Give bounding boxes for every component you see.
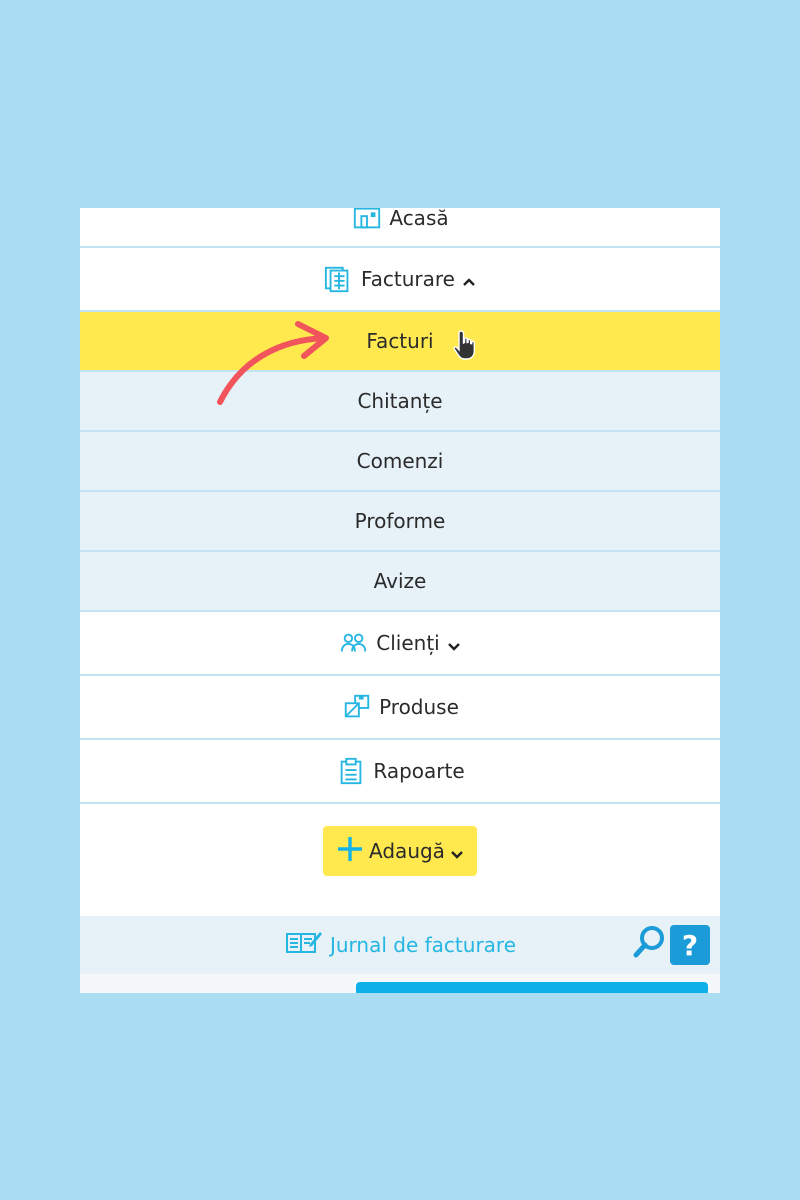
add-button-container: Adaugă <box>80 804 720 916</box>
search-icon[interactable] <box>632 924 668 960</box>
submenu-item-label: Chitanțe <box>357 389 443 413</box>
nav-item-reports-label: Rapoarte <box>373 759 465 783</box>
nav-item-home-label: Acasă <box>389 208 449 230</box>
journal-bar: Jurnal de facturare ? <box>80 916 720 974</box>
book-icon <box>284 928 324 963</box>
sidebar-menu: Acasă Facturare Facturi Chitanțe Comenzi… <box>80 208 720 993</box>
submenu-item-proformas[interactable]: Proforme <box>80 492 720 552</box>
nav-item-clients[interactable]: Clienți <box>80 612 720 676</box>
nav-item-products[interactable]: Produse <box>80 676 720 740</box>
submenu-item-orders[interactable]: Comenzi <box>80 432 720 492</box>
submenu-item-invoices[interactable]: Facturi <box>80 312 720 372</box>
journal-title[interactable]: Jurnal de facturare <box>330 933 516 957</box>
nav-item-home[interactable]: Acasă <box>80 208 720 248</box>
content-area-top <box>80 974 720 993</box>
plus-icon <box>335 834 365 869</box>
help-button[interactable]: ? <box>670 925 710 965</box>
nav-item-reports[interactable]: Rapoarte <box>80 740 720 804</box>
boxes-icon <box>341 691 373 723</box>
clipboard-icon <box>335 755 367 787</box>
add-button[interactable]: Adaugă <box>323 826 477 876</box>
chevron-down-icon <box>446 635 462 651</box>
house-icon <box>351 208 383 234</box>
people-icon <box>338 627 370 659</box>
submenu-item-notices[interactable]: Avize <box>80 552 720 612</box>
chevron-down-icon <box>449 843 465 859</box>
submenu-item-label: Comenzi <box>356 449 444 473</box>
nav-item-invoicing[interactable]: Facturare <box>80 248 720 312</box>
nav-item-products-label: Produse <box>379 695 459 719</box>
submenu-item-label: Proforme <box>354 509 446 533</box>
chevron-up-icon <box>461 271 477 287</box>
hand-pointer-icon <box>452 328 482 362</box>
submenu-item-label: Avize <box>373 569 427 593</box>
add-button-label: Adaugă <box>369 839 445 863</box>
submenu-item-receipts[interactable]: Chitanțe <box>80 372 720 432</box>
blue-header-bar <box>356 982 708 993</box>
submenu-item-label: Facturi <box>366 329 434 353</box>
nav-item-invoicing-label: Facturare <box>360 267 455 291</box>
invoice-stack-icon <box>323 263 355 295</box>
nav-item-clients-label: Clienți <box>376 631 440 655</box>
